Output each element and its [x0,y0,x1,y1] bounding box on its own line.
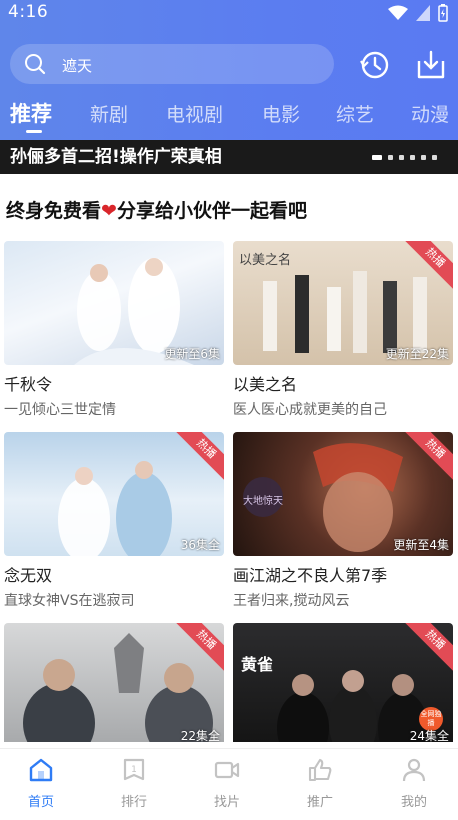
download-icon[interactable] [413,47,449,83]
video-card[interactable]: 黄雀 热播 全网独播 24集全 [233,623,453,753]
signal-icon [416,5,430,21]
video-thumbnail[interactable]: 以美之名 热播 更新至22集 [233,241,453,365]
video-icon [214,761,240,779]
video-thumbnail[interactable]: 热播 22集全 [4,623,224,747]
video-thumbnail[interactable]: 更新至6集 [4,241,224,365]
active-tab-indicator [26,130,42,133]
nav-label: 找片 [213,795,240,810]
nav-label: 推广 [306,795,333,810]
episode-count: 更新至4集 [393,538,449,552]
nav-label: 我的 [400,795,427,810]
tab-variety[interactable]: 综艺 [336,100,374,127]
search-placeholder: 遮天 [62,57,93,75]
section-title: 终身免费看❤分享给小伙伴一起看吧 [6,196,307,223]
nav-me[interactable]: 我的 [384,757,444,810]
search-bar[interactable]: 遮天 [10,44,334,84]
tab-tv-series[interactable]: 电视剧 [166,100,223,127]
video-thumbnail[interactable]: 大地惊天 热播 更新至4集 [233,432,453,556]
poster-title: 黄雀 [241,655,274,674]
poster-title: 以美之名 [239,253,292,268]
status-icons [388,4,448,22]
carousel-dot [421,155,426,160]
banner-title: 孙俪多首二招!操作广荣真相 [10,147,222,167]
tab-movie[interactable]: 电影 [262,100,300,127]
video-title[interactable]: 念无双 [4,562,224,586]
nav-discover[interactable]: 找片 [197,757,257,810]
video-thumbnail[interactable]: 热播 36集全 [4,432,224,556]
video-card[interactable]: 大地惊天 热播 更新至4集 画江湖之不良人第7季 王者归来,搅动风云 [233,432,453,610]
status-time: 4:16 [8,2,49,22]
carousel-dot [399,155,404,160]
top-header: 4:16 遮天 推荐 新剧 电视剧 电影 综艺 动漫 [0,0,458,140]
search-icon [25,54,46,75]
wifi-icon [388,5,408,20]
episode-count: 更新至6集 [164,347,220,361]
nav-label: 排行 [120,795,147,810]
category-tabs: 推荐 新剧 电视剧 电影 综艺 动漫 [0,100,458,136]
carousel-dot [432,155,437,160]
svg-text:1: 1 [131,765,137,775]
carousel-dot [372,155,382,160]
tab-new-drama[interactable]: 新剧 [90,100,128,127]
video-description: 王者归来,搅动风云 [233,593,350,609]
video-description: 一见倾心三世定情 [4,402,116,418]
user-icon [402,758,426,782]
home-icon [29,758,53,782]
video-title[interactable]: 以美之名 [233,371,453,395]
status-bar: 4:16 [0,0,458,26]
episode-count: 36集全 [180,538,220,552]
poster-title: 大地惊天 [243,496,283,507]
section-title-part-2: 分享给小伙伴一起看吧 [116,200,307,222]
video-title[interactable]: 千秋令 [4,371,224,395]
rank-icon: 1 [123,758,145,781]
bottom-nav: 首页 1 排行 找片 推广 我的 [0,748,458,820]
battery-icon [438,4,448,22]
nav-label: 首页 [27,795,54,810]
history-icon[interactable] [357,47,393,83]
thumb-up-icon [308,758,332,782]
heart-icon: ❤ [101,200,117,222]
video-card[interactable]: 以美之名 热播 更新至22集 以美之名 医人医心成就更美的自己 [233,241,453,419]
carousel-dot [410,155,415,160]
video-description: 医人医心成就更美的自己 [233,402,387,418]
episode-count: 更新至22集 [385,347,449,361]
section-title-part-1: 终身免费看 [6,200,102,222]
video-card[interactable]: 热播 36集全 念无双 直球女神VS在逃寂司 [4,432,224,610]
carousel-dot [388,155,393,160]
nav-rank[interactable]: 1 排行 [104,757,164,810]
video-description: 直球女神VS在逃寂司 [4,593,135,609]
nav-promote[interactable]: 推广 [290,757,350,810]
banner-carousel[interactable]: 孙俪多首二招!操作广荣真相 [0,140,458,174]
video-card[interactable]: 更新至6集 千秋令 一见倾心三世定情 [4,241,224,419]
carousel-dots [372,155,437,160]
nav-home[interactable]: 首页 [11,757,71,810]
tab-recommend[interactable]: 推荐 [10,98,52,128]
tab-anime[interactable]: 动漫 [411,100,449,127]
video-title[interactable]: 画江湖之不良人第7季 [233,562,453,586]
video-thumbnail[interactable]: 黄雀 热播 全网独播 24集全 [233,623,453,747]
video-card[interactable]: 热播 22集全 [4,623,224,753]
